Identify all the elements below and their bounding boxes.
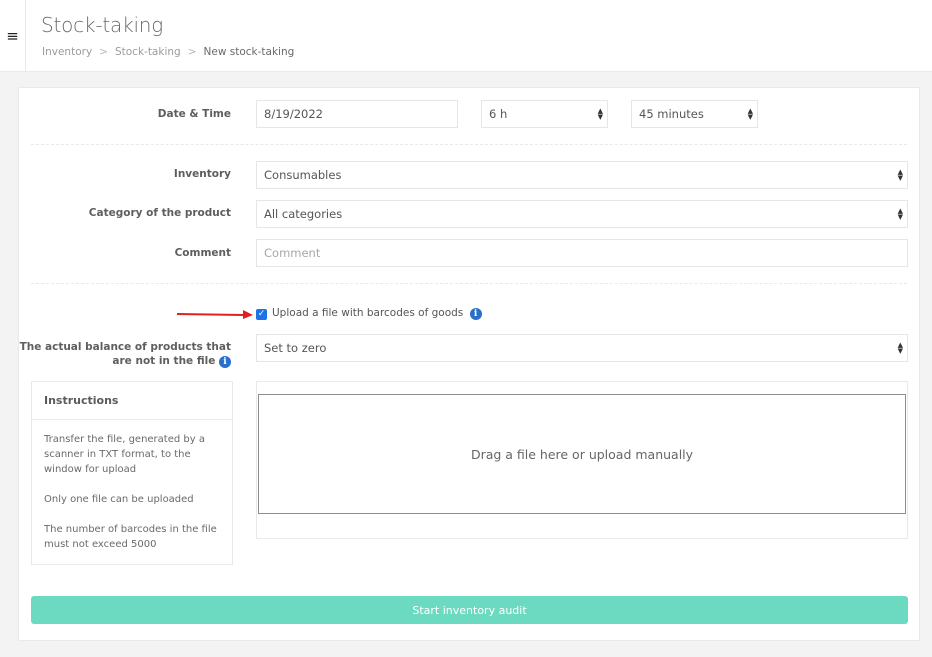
section-divider xyxy=(31,283,907,284)
instructions-title: Instructions xyxy=(32,382,232,420)
select-arrows-icon: ▲ ▼ xyxy=(897,341,903,355)
balance-label: The actual balance of products that are … xyxy=(20,340,231,368)
breadcrumb-inventory[interactable]: Inventory xyxy=(42,46,92,58)
info-icon[interactable]: i xyxy=(219,356,231,368)
breadcrumb-current: New stock-taking xyxy=(203,46,295,58)
hour-value: 6 h xyxy=(489,107,508,121)
section-divider xyxy=(31,144,907,145)
dropzone-text: Drag a file here or upload manually xyxy=(470,446,694,462)
upload-file-checkbox-label[interactable]: Upload a file with barcodes of goods i xyxy=(272,307,482,320)
category-select[interactable]: All categories ▲ ▼ xyxy=(256,200,908,228)
inventory-select[interactable]: Consumables ▲ ▼ xyxy=(256,161,908,189)
balance-label-line1: The actual balance of products that xyxy=(19,341,231,353)
balance-label-line2-text: are not in the file xyxy=(112,355,216,367)
breadcrumb: Inventory > Stock-taking > New stock-tak… xyxy=(42,46,294,58)
page-title: Stock-taking xyxy=(41,13,164,37)
breadcrumb-separator: > xyxy=(187,46,197,58)
category-label: Category of the product xyxy=(88,207,231,219)
upload-file-checkbox[interactable]: ✓ xyxy=(256,309,267,320)
instruction-item: The number of barcodes in the file must … xyxy=(44,524,217,550)
select-arrows-icon: ▲ ▼ xyxy=(897,168,903,182)
file-dropzone[interactable]: Drag a file here or upload manually xyxy=(258,394,906,514)
comment-input[interactable]: Comment xyxy=(256,239,908,267)
hour-select[interactable]: 6 h ▲ ▼ xyxy=(481,100,608,128)
hamburger-icon[interactable]: ≡ xyxy=(0,0,26,72)
balance-select[interactable]: Set to zero ▲ ▼ xyxy=(256,334,908,362)
minutes-select[interactable]: 45 minutes ▲ ▼ xyxy=(631,100,758,128)
start-inventory-audit-button[interactable]: Start inventory audit xyxy=(31,596,908,624)
stock-taking-form: Date & Time 8/19/2022 6 h ▲ ▼ 45 minutes … xyxy=(18,87,920,641)
date-value: 8/19/2022 xyxy=(264,107,323,121)
balance-value: Set to zero xyxy=(264,341,327,355)
datetime-label: Date & Time xyxy=(157,108,231,120)
upload-file-label-text: Upload a file with barcodes of goods xyxy=(272,307,464,319)
info-icon[interactable]: i xyxy=(469,308,482,320)
breadcrumb-separator: > xyxy=(99,46,108,58)
select-arrows-icon: ▲ ▼ xyxy=(897,207,903,221)
instructions-panel: Instructions Transfer the file, generate… xyxy=(31,381,233,565)
upload-container: Drag a file here or upload manually xyxy=(256,381,908,539)
select-arrows-icon: ▲ ▼ xyxy=(747,107,753,121)
date-input[interactable]: 8/19/2022 xyxy=(256,100,458,128)
instruction-item: Transfer the file, generated by a scanne… xyxy=(44,434,205,475)
minutes-value: 45 minutes xyxy=(639,107,704,121)
category-value: All categories xyxy=(264,207,343,221)
page-header: ≡ Stock-taking Inventory > Stock-taking … xyxy=(0,0,932,72)
breadcrumb-stock-taking[interactable]: Stock-taking xyxy=(115,46,181,58)
balance-label-line2: are not in the file i xyxy=(20,354,231,368)
inventory-value: Consumables xyxy=(264,168,342,182)
comment-label: Comment xyxy=(174,247,231,259)
select-arrows-icon: ▲ ▼ xyxy=(597,107,603,121)
instruction-item: Only one file can be uploaded xyxy=(44,494,194,505)
annotation-arrow-icon xyxy=(177,310,253,319)
comment-placeholder: Comment xyxy=(264,246,321,260)
inventory-label: Inventory xyxy=(173,168,231,180)
